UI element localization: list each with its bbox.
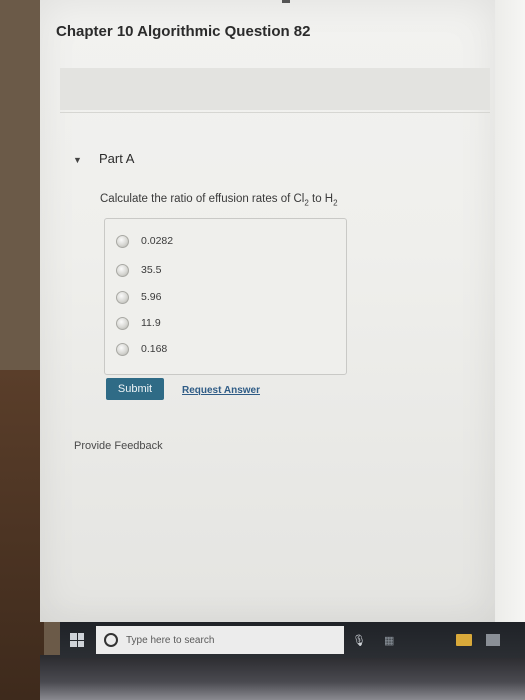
option-label: 0.0282: [141, 235, 174, 247]
triangle-down-icon[interactable]: ▼: [73, 155, 82, 165]
page-title: Chapter 10 Algorithmic Question 82: [56, 23, 311, 40]
radio-button[interactable]: [116, 316, 129, 330]
option-label: 11.9: [141, 317, 161, 329]
radio-button[interactable]: [116, 290, 129, 304]
file-explorer-icon[interactable]: [456, 634, 473, 646]
monitor-bezel: [40, 655, 525, 700]
option-label: 0.168: [141, 343, 168, 355]
radio-button[interactable]: [116, 234, 129, 248]
top-marker: [282, 0, 290, 3]
question-middle: to H: [308, 193, 334, 205]
answer-option[interactable]: 11.9: [116, 315, 161, 331]
answer-options: 0.0282 35.5 5.96 11.9 0.168: [104, 218, 347, 375]
task-view-icon[interactable]: ▦: [384, 634, 394, 647]
divider: [60, 112, 490, 113]
question-text: Calculate the ratio of effusion rates of…: [100, 193, 338, 207]
answer-option[interactable]: 0.0282: [116, 233, 173, 249]
request-answer-link[interactable]: Request Answer: [182, 385, 260, 396]
radio-button[interactable]: [116, 263, 129, 277]
radio-button[interactable]: [116, 342, 129, 356]
cortana-icon[interactable]: [104, 633, 118, 647]
provide-feedback-link[interactable]: Provide Feedback: [74, 440, 163, 452]
part-title[interactable]: Part A: [99, 151, 134, 166]
header-banner: [60, 68, 490, 110]
option-label: 35.5: [141, 264, 162, 276]
microphone-icon[interactable]: 🎙: [352, 634, 366, 647]
answer-option[interactable]: 35.5: [116, 262, 161, 278]
background-desk: [0, 370, 44, 700]
question-prefix: Calculate the ratio of effusion rates of…: [100, 193, 305, 205]
taskbar: Type here to search 🎙 ▦: [60, 622, 525, 658]
question-subscript-2: 2: [333, 198, 338, 208]
submit-button[interactable]: Submit: [106, 378, 164, 400]
browser-page: Chapter 10 Algorithmic Question 82 ▼ Par…: [40, 0, 495, 622]
answer-option[interactable]: 5.96: [116, 289, 161, 305]
option-label: 5.96: [141, 291, 162, 303]
search-input[interactable]: Type here to search: [96, 626, 344, 654]
store-icon[interactable]: [486, 634, 501, 646]
windows-start-icon[interactable]: [70, 633, 84, 647]
answer-option[interactable]: 0.168: [116, 341, 167, 357]
search-placeholder: Type here to search: [126, 634, 215, 646]
